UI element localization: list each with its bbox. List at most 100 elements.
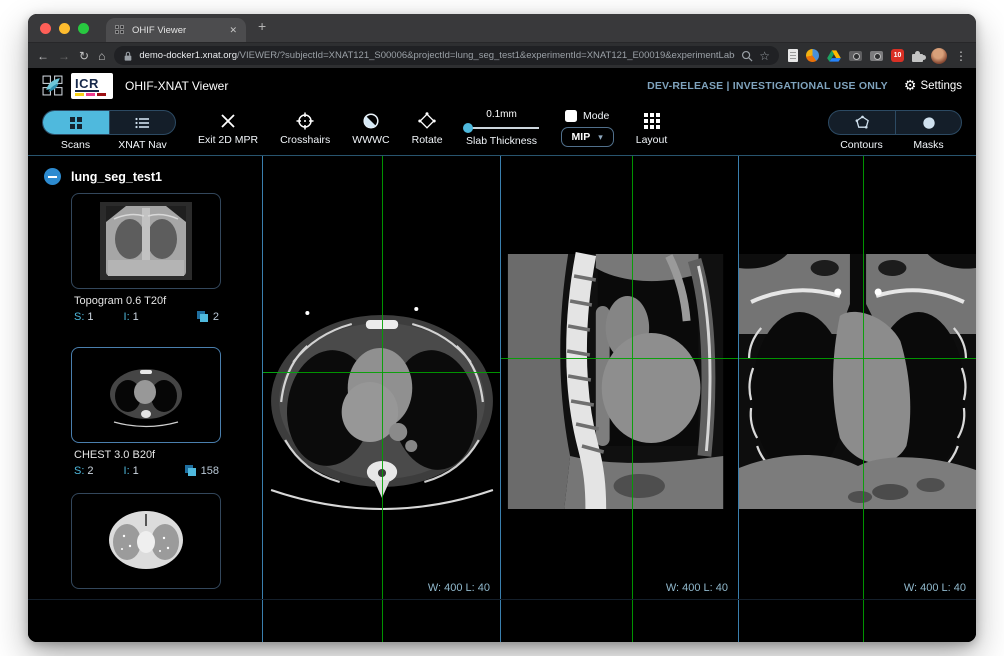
list-icon xyxy=(135,117,150,129)
browser-tab[interactable]: OHIF Viewer ✕ xyxy=(106,18,246,42)
collapse-study-button[interactable] xyxy=(44,168,61,185)
viewport-grid: W: 400 L: 40 xyxy=(262,156,976,642)
slab-thickness-slider[interactable] xyxy=(465,127,539,129)
mask-icon xyxy=(922,116,936,130)
extension-page-icon[interactable] xyxy=(788,49,798,62)
x-icon xyxy=(220,111,236,130)
extension-color-icon[interactable] xyxy=(806,49,819,62)
contours-button[interactable] xyxy=(829,111,895,134)
crosshair-vertical-line[interactable] xyxy=(863,156,864,642)
image-stack-icon xyxy=(184,464,197,477)
minimize-window-button[interactable] xyxy=(59,23,70,34)
crosshair-horizontal-line[interactable] xyxy=(739,358,976,359)
padlock-icon xyxy=(123,50,133,62)
thumbnail-image-topogram xyxy=(100,202,192,280)
exit-2d-mpr-button[interactable]: Exit 2D MPR xyxy=(198,106,258,146)
window-level-label: W: 400 L: 40 xyxy=(904,582,966,594)
layout-grid-icon xyxy=(644,111,660,130)
browser-menu-icon[interactable]: ⋮ xyxy=(955,49,967,63)
viewport-sagittal[interactable]: W: 400 L: 40 xyxy=(500,156,738,642)
thumbnail-image-chest-b60f xyxy=(100,502,192,580)
viewer-content: lung_seg_test1 xyxy=(28,156,976,642)
settings-gear-icon[interactable]: ⚙ xyxy=(904,77,917,94)
masks-button[interactable] xyxy=(895,111,961,134)
extensions-puzzle-icon[interactable] xyxy=(912,54,923,62)
extensions-area: 10 ⋮ xyxy=(788,48,967,64)
window-level-label: W: 400 L: 40 xyxy=(428,582,490,594)
series-card-topogram[interactable]: Topogram 0.6 T20f S:1 I:1 2 xyxy=(71,193,221,323)
url-text: demo-docker1.xnat.org/VIEWER/?subjectId=… xyxy=(139,50,735,61)
back-icon[interactable]: ← xyxy=(37,50,49,62)
viewport-coronal[interactable]: W: 400 L: 40 xyxy=(738,156,976,642)
contour-icon xyxy=(855,115,870,130)
zoom-page-icon[interactable] xyxy=(741,50,753,62)
tab-close-icon[interactable]: ✕ xyxy=(229,25,237,36)
rotate-button[interactable]: Rotate xyxy=(412,106,443,146)
scan-browser-panel: lung_seg_test1 xyxy=(28,156,262,600)
grid-icon xyxy=(69,116,83,130)
crosshair-horizontal-line[interactable] xyxy=(263,372,500,373)
crosshair-vertical-line[interactable] xyxy=(382,156,383,642)
slab-thickness-control: 0.1mm Slab Thickness xyxy=(465,106,539,147)
chevron-down-icon: ▾ xyxy=(598,132,603,143)
scans-toggle-button[interactable] xyxy=(43,111,109,134)
slab-thickness-handle[interactable] xyxy=(463,123,473,133)
sagittal-ct-image xyxy=(501,156,738,642)
nav-toggle: Scans XNAT Nav xyxy=(42,106,176,151)
mode-checkbox[interactable] xyxy=(565,110,577,122)
wwwc-button[interactable]: WWWC xyxy=(352,106,389,146)
settings-button[interactable]: Settings xyxy=(920,80,962,92)
series-card-chest-b20f[interactable]: CHEST 3.0 B20f S:2 I:1 158 xyxy=(71,347,221,477)
reload-icon[interactable]: ↻ xyxy=(79,50,89,62)
series-card-chest-b60f[interactable]: CHEST 3.0 B60f xyxy=(71,493,221,600)
xnat-logo-icon xyxy=(42,75,63,96)
home-icon[interactable]: ⌂ xyxy=(98,50,105,62)
xnat-nav-toggle-button[interactable] xyxy=(109,111,175,134)
release-notice: DEV-RELEASE | INVESTIGATIONAL USE ONLY xyxy=(647,80,888,92)
series-name: Topogram 0.6 T20f xyxy=(74,295,221,307)
browser-toolbar: ← → ↻ ⌂ demo-docker1.xnat.org/VIEWER/?su… xyxy=(28,42,976,68)
ohif-viewer: ICR OHIF-XNAT Viewer DEV-RELEASE | INVES… xyxy=(28,68,976,642)
drive-icon[interactable] xyxy=(827,50,841,62)
traffic-lights xyxy=(40,23,89,34)
close-window-button[interactable] xyxy=(40,23,51,34)
profile-avatar[interactable] xyxy=(931,48,947,64)
crosshair-vertical-line[interactable] xyxy=(632,156,633,642)
image-stack-icon xyxy=(196,310,209,323)
window-level-label: W: 400 L: 40 xyxy=(666,582,728,594)
browser-tab-bar: OHIF Viewer ✕ + xyxy=(28,14,976,42)
window-level-icon xyxy=(362,111,380,130)
viewer-header: ICR OHIF-XNAT Viewer DEV-RELEASE | INVES… xyxy=(28,68,976,103)
crosshairs-button[interactable]: Crosshairs xyxy=(280,106,330,146)
viewport-axial[interactable]: W: 400 L: 40 xyxy=(263,156,500,642)
image-count: 2 xyxy=(213,311,219,323)
screenshot-extension-icon[interactable] xyxy=(870,51,883,61)
bookmark-star-icon[interactable]: ☆ xyxy=(759,50,770,62)
icr-logo: ICR xyxy=(71,73,113,99)
series-name: CHEST 3.0 B20f xyxy=(74,449,221,461)
tab-title: OHIF Viewer xyxy=(132,25,229,36)
badge-extension-icon[interactable]: 10 xyxy=(891,49,904,62)
coronal-ct-image xyxy=(739,156,976,642)
thumbnail-image-chest-b20f xyxy=(100,356,192,434)
mip-dropdown[interactable]: MIP ▾ xyxy=(561,127,614,147)
series-name: CHEST 3.0 B60f xyxy=(74,598,221,600)
crosshair-horizontal-line[interactable] xyxy=(501,358,738,359)
segmentation-toggle: Contours Masks xyxy=(828,106,962,151)
rotate-icon xyxy=(418,111,436,130)
study-label: lung_seg_test1 xyxy=(71,170,162,184)
image-count: 158 xyxy=(201,465,219,477)
address-bar[interactable]: demo-docker1.xnat.org/VIEWER/?subjectId=… xyxy=(114,46,779,65)
browser-window: OHIF Viewer ✕ + ← → ↻ ⌂ demo-docker1.xna… xyxy=(28,14,976,642)
mode-group: Mode MIP ▾ xyxy=(561,106,614,147)
forward-icon[interactable]: → xyxy=(58,50,70,62)
crosshairs-icon xyxy=(296,111,314,130)
camera-extension-icon[interactable] xyxy=(849,51,862,61)
app-title: OHIF-XNAT Viewer xyxy=(125,79,228,93)
tab-favicon-icon xyxy=(115,25,125,35)
new-tab-button[interactable]: + xyxy=(258,18,266,34)
slab-thickness-value: 0.1mm xyxy=(486,109,517,120)
viewer-toolbar: Scans XNAT Nav Exit 2D MPR Crosshairs xyxy=(28,103,976,156)
layout-button[interactable]: Layout xyxy=(636,106,668,146)
zoom-window-button[interactable] xyxy=(78,23,89,34)
